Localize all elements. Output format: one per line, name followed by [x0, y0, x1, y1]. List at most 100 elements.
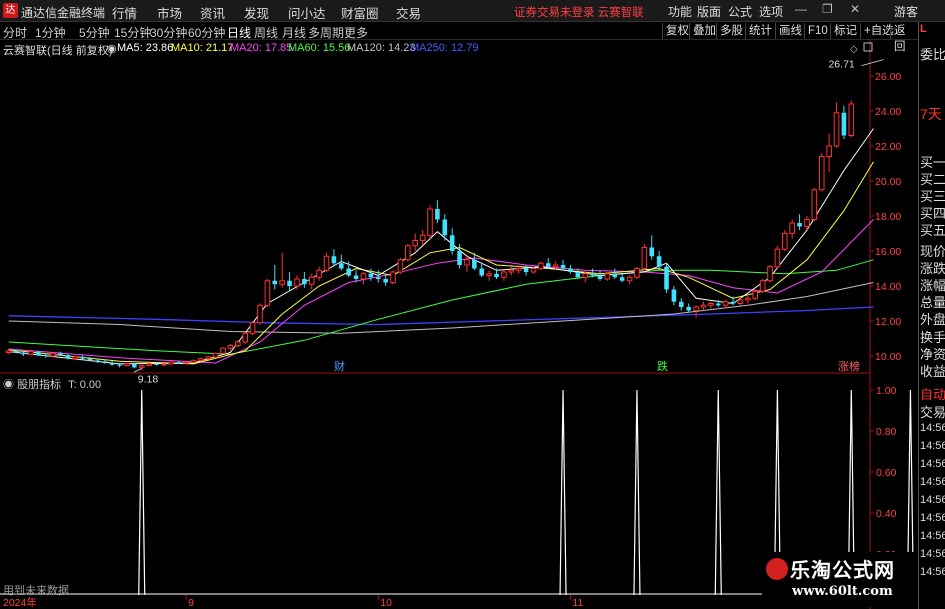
trade-time: 14:56 — [920, 476, 945, 488]
mark-button[interactable]: 标记 — [830, 23, 860, 39]
legend-ma250: MA250: 12.79 — [410, 42, 479, 54]
period-60min[interactable]: 60分钟 — [188, 24, 225, 41]
login-status[interactable]: 证券交易未登录 云赛智联 — [514, 4, 644, 20]
candle-body-up — [464, 259, 470, 266]
candle-body-up — [168, 361, 175, 365]
candle-body-down — [109, 363, 115, 365]
trade-label[interactable]: 交易 — [920, 402, 945, 421]
candle-body-down — [568, 268, 573, 272]
candle-body-down — [35, 351, 41, 356]
period-15min[interactable]: 15分钟 — [114, 24, 151, 41]
draw-line-button[interactable]: 画线 — [775, 23, 805, 39]
days-label: 7天 — [920, 106, 942, 122]
candle-body-up — [28, 351, 34, 355]
period-toolbar: 分时 1分钟 5分钟 15分钟 30分钟 60分钟 日线 周线 月线 多周期 更… — [0, 22, 918, 53]
menu-market[interactable]: 市场 — [157, 3, 182, 22]
adjust-button[interactable]: 复权 — [662, 23, 692, 39]
period-30min[interactable]: 30分钟 — [150, 24, 187, 41]
candle-body-down — [95, 360, 100, 362]
close-icon[interactable]: ✕ — [850, 2, 860, 16]
candle-body-down — [649, 247, 655, 257]
menu-quotes[interactable]: 行情 — [112, 3, 137, 22]
period-more[interactable]: 更多 — [344, 24, 368, 41]
menu-discover[interactable]: 发现 — [244, 3, 269, 22]
menu-trade[interactable]: 交易 — [396, 3, 421, 22]
period-timeshare[interactable]: 分时 — [3, 24, 27, 41]
menu-ask[interactable]: 问小达 — [288, 3, 326, 22]
event-finance-label: 财 — [334, 359, 345, 373]
trade-time: 14:56 — [920, 530, 945, 542]
price-tick-label: 10.00 — [875, 351, 901, 363]
candle-body-down — [560, 265, 566, 269]
menu-function[interactable]: 功能 — [668, 3, 692, 20]
time-tick-label: 10 — [380, 597, 392, 609]
statistics-button[interactable]: 统计 — [745, 23, 775, 39]
candle-body-up — [50, 352, 56, 357]
candle-body-up — [582, 273, 589, 278]
multi-stock-button[interactable]: 多股 — [716, 23, 746, 39]
ma60-line — [8, 259, 874, 355]
panel-maximize-icon — [863, 42, 873, 52]
period-5min[interactable]: 5分钟 — [79, 24, 110, 41]
event-limit-label: 涨榜 — [838, 359, 860, 373]
menu-news[interactable]: 资讯 — [200, 3, 225, 22]
sub-tick-label: 0.80 — [876, 426, 897, 438]
watermark: 乐淘公式网 www.60lt.com — [762, 552, 918, 607]
expand-icon[interactable]: ◉ — [107, 42, 117, 55]
period-multi[interactable]: 多周期 — [308, 24, 344, 41]
back-button[interactable]: 返回 — [890, 23, 918, 53]
candle-body-up — [124, 363, 130, 367]
candle-body-down — [383, 279, 388, 283]
sub-tick-label: 1.00 — [876, 385, 897, 397]
price-tick-label: 26.00 — [875, 71, 901, 83]
menu-options[interactable]: 选项 — [759, 3, 783, 20]
f10-button[interactable]: F10 — [804, 23, 831, 39]
candle-body-up — [146, 363, 152, 367]
candle-body-up — [397, 259, 404, 273]
candle-body-down — [797, 223, 802, 227]
candle-body-down — [575, 272, 581, 278]
signal-spike — [714, 389, 722, 596]
period-1min[interactable]: 1分钟 — [35, 24, 66, 41]
minimize-icon[interactable]: — — [795, 2, 807, 16]
candle-body-up — [781, 233, 788, 250]
candle-body-up — [737, 299, 744, 304]
candle-body-up — [811, 189, 818, 220]
sub-indicator-legend: ◉ 股朋指标 T: 0.00 — [3, 376, 101, 392]
candle-body-up — [745, 297, 751, 301]
period-weekly[interactable]: 周线 — [254, 24, 278, 41]
watermark-title: 乐淘公式网 — [790, 558, 895, 582]
guest-label[interactable]: 游客 — [894, 3, 918, 20]
trade-time: 14:56 — [920, 494, 945, 506]
watermark-url: www.60lt.com — [792, 584, 893, 599]
price-tick-label: 20.00 — [875, 176, 901, 188]
menu-bar: 达 通达信金融终端 行情 市场 资讯 发现 问小达 财富圈 交易 证券交易未登录… — [0, 0, 945, 22]
restore-icon[interactable]: ❐ — [822, 2, 833, 16]
period-daily[interactable]: 日线 — [227, 24, 251, 41]
menu-wealth[interactable]: 财富圈 — [341, 3, 379, 22]
overlay-button[interactable]: 叠加 — [689, 23, 719, 39]
candle-body-down — [302, 279, 307, 285]
candle-body-down — [132, 363, 137, 368]
candle-body-down — [435, 209, 440, 220]
event-drop-label: 跌 — [657, 359, 668, 373]
candle-body-up — [508, 269, 515, 273]
kline-chart[interactable]: 26.00 24.00 22.00 20.00 18.00 16.00 14.00 12.00… — [0, 40, 918, 609]
auto-label[interactable]: 自动 — [920, 384, 945, 403]
menu-formula[interactable]: 公式 — [728, 3, 752, 20]
candle-body-up — [205, 356, 212, 360]
sub-tick-label: 0.60 — [876, 467, 897, 479]
candle-body-down — [331, 256, 337, 264]
candle-body-down — [368, 273, 374, 278]
trade-time: 14:56 — [920, 548, 945, 560]
price-tick-label: 14.00 — [875, 281, 901, 293]
candle-body-down — [730, 301, 736, 304]
period-monthly[interactable]: 月线 — [282, 24, 306, 41]
candle-body-down — [472, 259, 477, 269]
signal-spike — [633, 389, 641, 596]
menu-layout[interactable]: 版面 — [697, 3, 721, 20]
candle-body-up — [486, 273, 492, 276]
sub-expand-icon[interactable]: ◉ — [3, 379, 14, 391]
candle-body-up — [530, 268, 537, 273]
candle-body-up — [774, 248, 781, 268]
